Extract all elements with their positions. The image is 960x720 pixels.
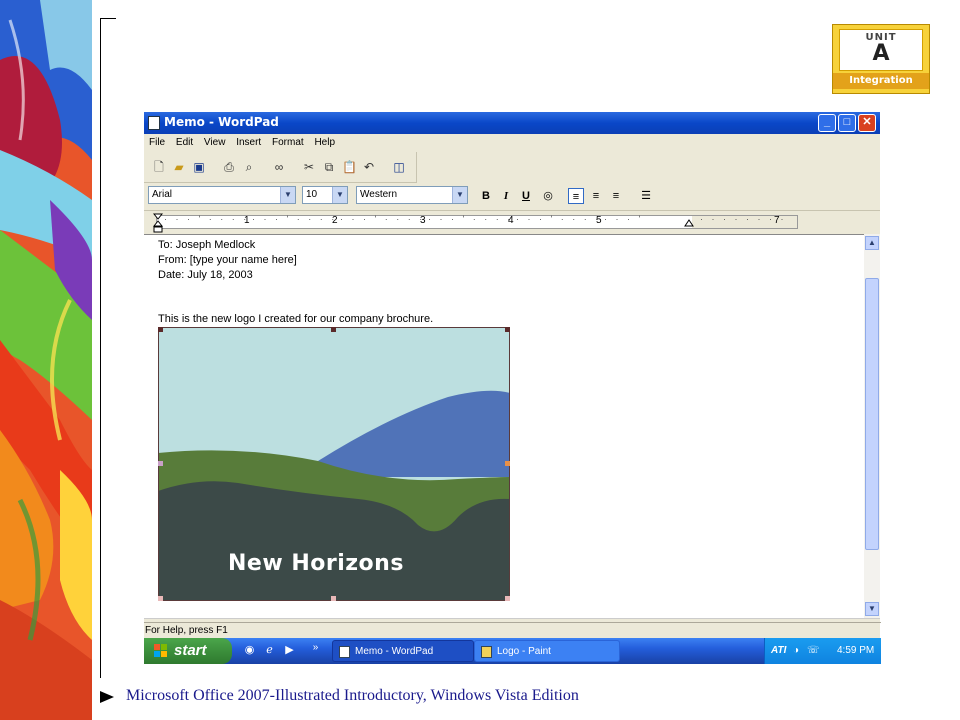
menu-help[interactable]: Help — [314, 137, 335, 148]
taskbar-item-paint[interactable]: Logo - Paint — [474, 640, 620, 662]
start-label: start — [174, 642, 207, 659]
media-player-icon[interactable]: ▶ — [282, 643, 297, 658]
bullets-icon[interactable]: ☰ — [638, 188, 654, 204]
menu-bar: File Edit View Insert Format Help — [144, 134, 880, 152]
quicklaunch-overflow-icon[interactable]: » — [308, 640, 323, 655]
indent-marker-icon[interactable] — [153, 213, 163, 233]
paint-icon — [481, 646, 492, 658]
ruler-number: 7 — [774, 215, 780, 226]
footer-caption: Microsoft Office 2007-Illustrated Introd… — [126, 687, 579, 704]
find-binoculars-icon[interactable]: ∞ — [272, 160, 286, 174]
font-name-combo[interactable]: Arial ▼ — [148, 186, 296, 204]
cut-scissors-icon[interactable]: ✂ — [302, 160, 316, 174]
windows-flag-icon — [154, 644, 167, 657]
footer-arrow-icon — [100, 691, 114, 703]
menu-format[interactable]: Format — [272, 137, 304, 148]
right-indent-marker-icon[interactable] — [684, 219, 694, 229]
scroll-down-arrow-icon[interactable]: ▼ — [865, 602, 879, 616]
wordpad-icon — [339, 646, 350, 658]
document-area[interactable]: To: Joseph Medlock From: [type your name… — [144, 234, 864, 619]
unit-badge-top: UNIT A — [839, 29, 923, 71]
chevron-down-icon[interactable]: ▼ — [332, 187, 347, 203]
minimize-button[interactable]: _ — [818, 114, 836, 132]
insert-datetime-icon[interactable]: ◫ — [392, 160, 406, 174]
close-button[interactable]: ✕ — [858, 114, 876, 132]
print-icon[interactable]: ⎙ — [222, 160, 236, 174]
logo-text: New Horizons — [228, 551, 404, 576]
ruler-number: 4 — [508, 215, 514, 226]
scroll-thumb[interactable] — [865, 278, 879, 550]
unit-badge: UNIT A Integration — [832, 24, 930, 94]
show-desktop-icon[interactable]: ◉ — [242, 643, 257, 658]
script-value: Western — [360, 189, 398, 200]
maximize-button[interactable]: □ — [838, 114, 856, 132]
undo-icon[interactable]: ↶ — [362, 160, 376, 174]
network-icon[interactable]: ☏ — [807, 638, 820, 664]
standard-toolbar: 🗋 ▰ ▣ ⎙ ⌕ ∞ ✂ ⧉ 📋 ↶ ◫ — [144, 152, 417, 183]
scroll-up-arrow-icon[interactable]: ▲ — [865, 236, 879, 250]
unit-subject: Integration — [833, 73, 929, 89]
copy-icon[interactable]: ⧉ — [322, 160, 336, 174]
ruler-number: 3 — [420, 215, 426, 226]
ati-icon[interactable]: ATI — [771, 638, 786, 664]
memo-body-text: This is the new logo I created for our c… — [158, 313, 434, 325]
align-right-icon[interactable]: ≡ — [608, 188, 624, 204]
paste-icon[interactable]: 📋 — [342, 160, 357, 174]
unit-letter: A — [872, 41, 890, 66]
font-size-value: 10 — [306, 189, 318, 200]
wordpad-window: Memo - WordPad _ □ ✕ File Edit View Inse… — [144, 112, 881, 664]
memo-to-line: To: Joseph Medlock — [158, 239, 256, 251]
taskbar: start ◉ ℯ ▶ » Memo - WordPad Logo - Pain… — [144, 638, 881, 664]
menu-view[interactable]: View — [204, 137, 226, 148]
status-bar: For Help, press F1 — [144, 622, 881, 639]
color-palette-icon[interactable]: ◎ — [540, 188, 556, 204]
taskbar-item-label: Memo - WordPad — [355, 646, 434, 657]
window-title: Memo - WordPad — [164, 115, 279, 129]
vertical-scrollbar[interactable]: ▲ ▼ — [864, 234, 880, 618]
font-name-value: Arial — [152, 189, 173, 200]
ruler[interactable]: · · · ' · · · · 1 · · · ' · · · · 2 · · … — [144, 210, 880, 235]
taskbar-item-wordpad[interactable]: Memo - WordPad — [332, 640, 474, 662]
italic-button[interactable]: I — [498, 188, 514, 204]
menu-edit[interactable]: Edit — [176, 137, 193, 148]
menu-file[interactable]: File — [149, 137, 165, 148]
underline-button[interactable]: U — [518, 188, 534, 204]
chevron-down-icon[interactable]: ▼ — [452, 187, 467, 203]
wordpad-app-icon[interactable] — [148, 116, 160, 130]
new-document-icon[interactable]: 🗋 — [152, 160, 166, 174]
open-folder-icon[interactable]: ▰ — [172, 160, 186, 174]
internet-explorer-icon[interactable]: ℯ — [262, 643, 277, 658]
ruler-number: 1 — [244, 215, 250, 226]
align-center-icon[interactable]: ≡ — [588, 188, 604, 204]
ruler-number: 2 — [332, 215, 338, 226]
align-left-icon[interactable]: ≡ — [568, 188, 584, 204]
format-toolbar: Arial ▼ 10 ▼ Western ▼ B I U ◎ ≡ ≡ ≡ ☰ — [144, 182, 666, 210]
memo-from-line: From: [type your name here] — [158, 254, 297, 266]
system-tray: ATI ◑ ☏ 4:59 PM — [764, 638, 881, 664]
title-bar[interactable]: Memo - WordPad _ □ ✕ — [144, 112, 880, 134]
ruler-number: 5 — [596, 215, 602, 226]
taskbar-item-label: Logo - Paint — [497, 646, 551, 657]
bold-button[interactable]: B — [478, 188, 494, 204]
menu-insert[interactable]: Insert — [236, 137, 261, 148]
font-size-combo[interactable]: 10 ▼ — [302, 186, 348, 204]
start-button[interactable]: start — [144, 638, 232, 664]
clock[interactable]: 4:59 PM — [837, 638, 874, 664]
script-combo[interactable]: Western ▼ — [356, 186, 468, 204]
slide-frame-line — [100, 18, 101, 678]
decorative-paint-strip — [0, 0, 92, 720]
chevron-down-icon[interactable]: ▼ — [280, 187, 295, 203]
save-disk-icon[interactable]: ▣ — [192, 160, 206, 174]
memo-date-line: Date: July 18, 2003 — [158, 269, 253, 281]
volume-icon[interactable]: ◑ — [793, 638, 799, 664]
slide-frame-tick — [100, 18, 116, 19]
print-preview-icon[interactable]: ⌕ — [242, 160, 256, 174]
